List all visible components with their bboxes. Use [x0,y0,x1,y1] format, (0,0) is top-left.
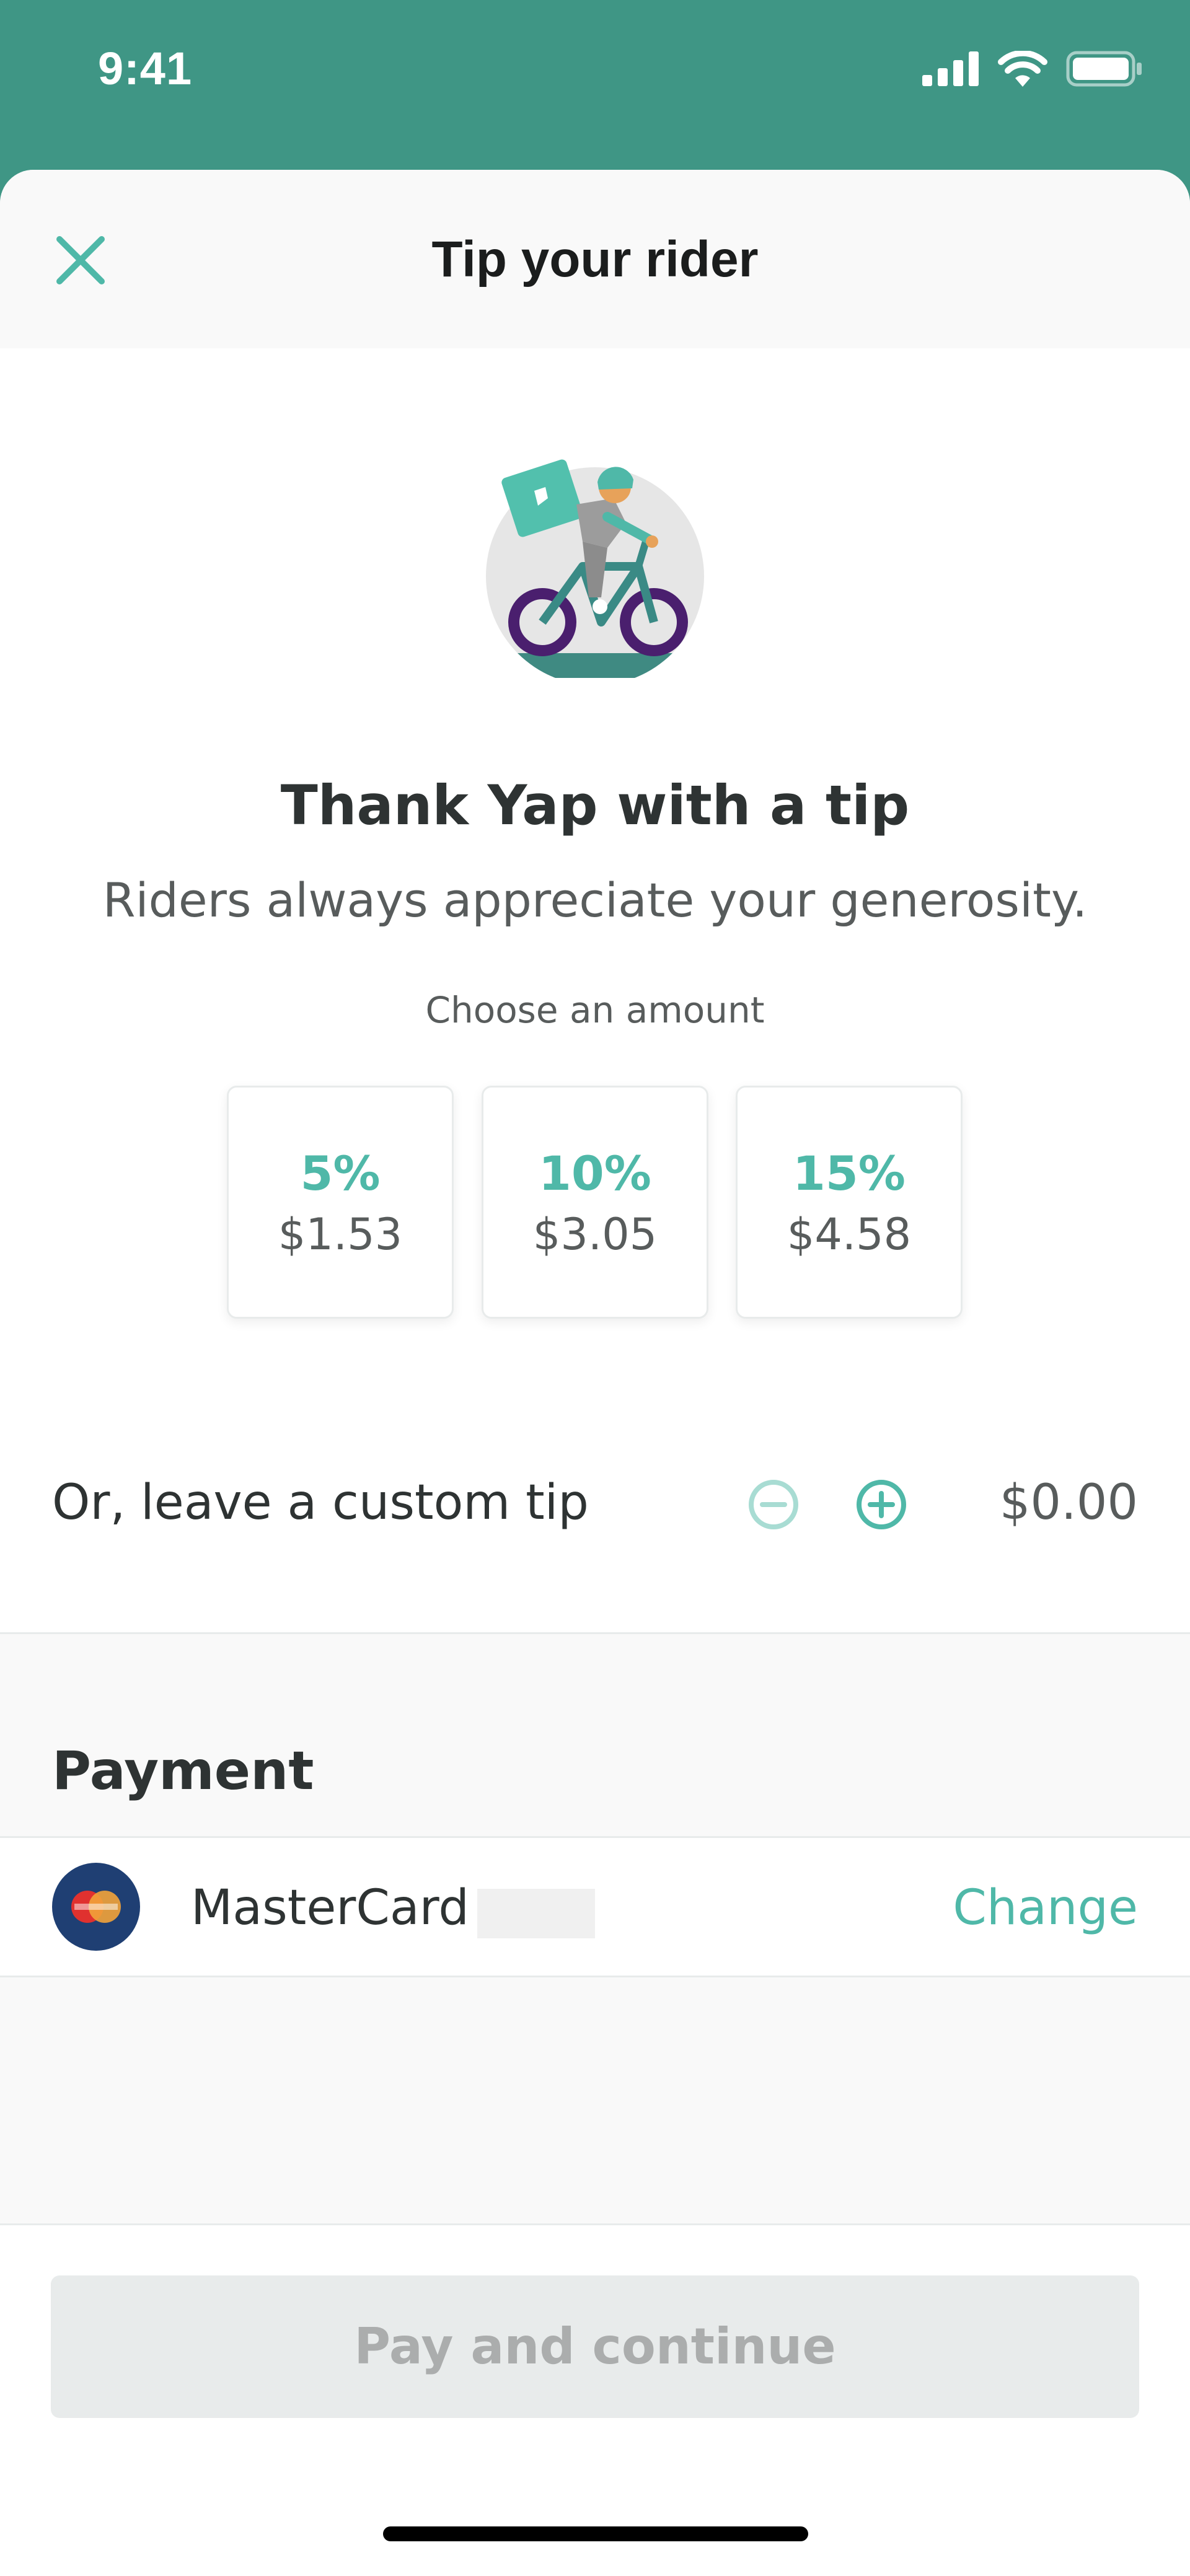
choose-amount-label: Choose an amount [425,989,765,1031]
tip-option-percent: 15% [793,1146,906,1201]
minus-circle-icon [749,1480,798,1529]
tip-option-percent: 5% [300,1146,381,1201]
tip-option-value: $4.58 [787,1209,912,1260]
increment-tip-button[interactable] [854,1477,909,1532]
plus-circle-icon [857,1480,906,1529]
tip-sheet: Tip your rider Thank Yap with a tip Ride… [0,170,1190,2576]
card-number-redacted [477,1889,595,1938]
status-icons [922,51,1143,87]
payment-title: Payment [52,1740,314,1802]
battery-icon [1066,51,1142,87]
mastercard-icon [52,1863,140,1951]
tip-option-value: $3.05 [532,1209,658,1260]
status-time: 9:41 [98,43,193,94]
custom-tip-value: $0.00 [999,1475,1138,1531]
pay-button-label: Pay and continue [354,2318,836,2375]
change-payment-button[interactable]: Change [953,1880,1138,1936]
page-title: Tip your rider [431,231,759,288]
payment-method-row: MasterCard Change [0,1838,1190,1976]
wifi-icon [998,51,1047,87]
rider-on-bicycle-illustration [486,459,704,678]
tip-option-15-percent[interactable]: 15% $4.58 [736,1086,963,1319]
divider [0,1976,1190,1977]
home-indicator [383,2526,808,2541]
decrement-tip-button[interactable] [746,1477,801,1532]
tip-subheading: Riders always appreciate your generosity… [102,873,1088,928]
sheet-header: Tip your rider [0,170,1190,348]
tip-option-percent: 10% [539,1146,651,1201]
pay-and-continue-button[interactable]: Pay and continue [51,2275,1139,2418]
signal-icon [922,51,979,86]
card-name: MasterCard [191,1880,469,1936]
tip-option-10-percent[interactable]: 10% $3.05 [482,1086,708,1319]
custom-tip-label: Or, leave a custom tip [52,1475,589,1531]
tip-option-value: $1.53 [278,1209,403,1260]
tip-option-5-percent[interactable]: 5% $1.53 [227,1086,454,1319]
status-bar: 9:41 [0,0,1190,167]
tip-heading: Thank Yap with a tip [280,773,910,837]
